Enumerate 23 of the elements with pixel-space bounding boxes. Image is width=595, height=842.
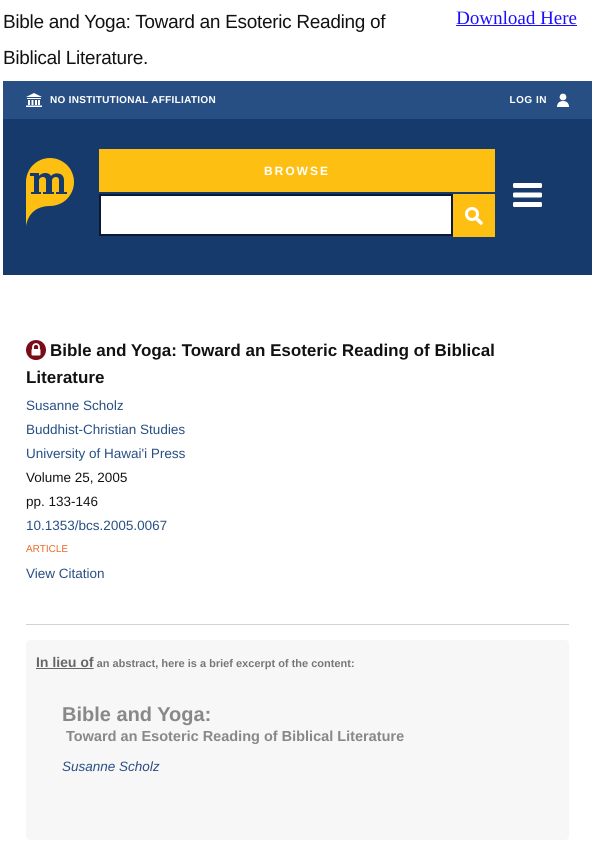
- search-field[interactable]: [99, 194, 453, 236]
- meta-link[interactable]: University of Hawai'i Press: [26, 442, 569, 466]
- logo-icon[interactable]: [25, 158, 75, 226]
- excerpt-author: Susanne Scholz: [62, 759, 161, 774]
- type-label: ARTICLE: [26, 543, 70, 557]
- login-link[interactable]: LOG IN: [510, 94, 547, 106]
- search-icon: [464, 206, 484, 226]
- excerpt-intro: In lieu of an abstract, here is a brief excerpt of the content:: [36, 654, 356, 670]
- meta-text: pp. 133-146: [26, 493, 100, 511]
- meta-link[interactable]: Buddhist-Christian Studies: [26, 418, 569, 442]
- meta-text: Volume 25, 2005: [26, 469, 128, 487]
- article-title: Bible and Yoga: Toward an Esoteric Reading of Biblical Literature: [26, 341, 495, 387]
- page-title: Bible and Yoga: Toward an Esoteric Reading of Biblical Literature.: [3, 11, 386, 71]
- meta-link[interactable]: View Citation: [26, 562, 569, 586]
- excerpt-title: Bible and Yoga:: [62, 704, 212, 727]
- user-icon[interactable]: [557, 93, 569, 107]
- institution-icon: [26, 93, 42, 107]
- meta-link[interactable]: 10.1353/bcs.2005.0067: [26, 514, 569, 538]
- menu-icon[interactable]: [513, 183, 542, 207]
- meta-link[interactable]: Susanne Scholz: [26, 394, 569, 418]
- affiliation-label: NO INSTITUTIONAL AFFILIATION: [50, 94, 217, 106]
- download-link[interactable]: Download Here: [456, 8, 577, 30]
- excerpt-subtitle: Toward an Esoteric Reading of Biblical Literature: [66, 729, 406, 745]
